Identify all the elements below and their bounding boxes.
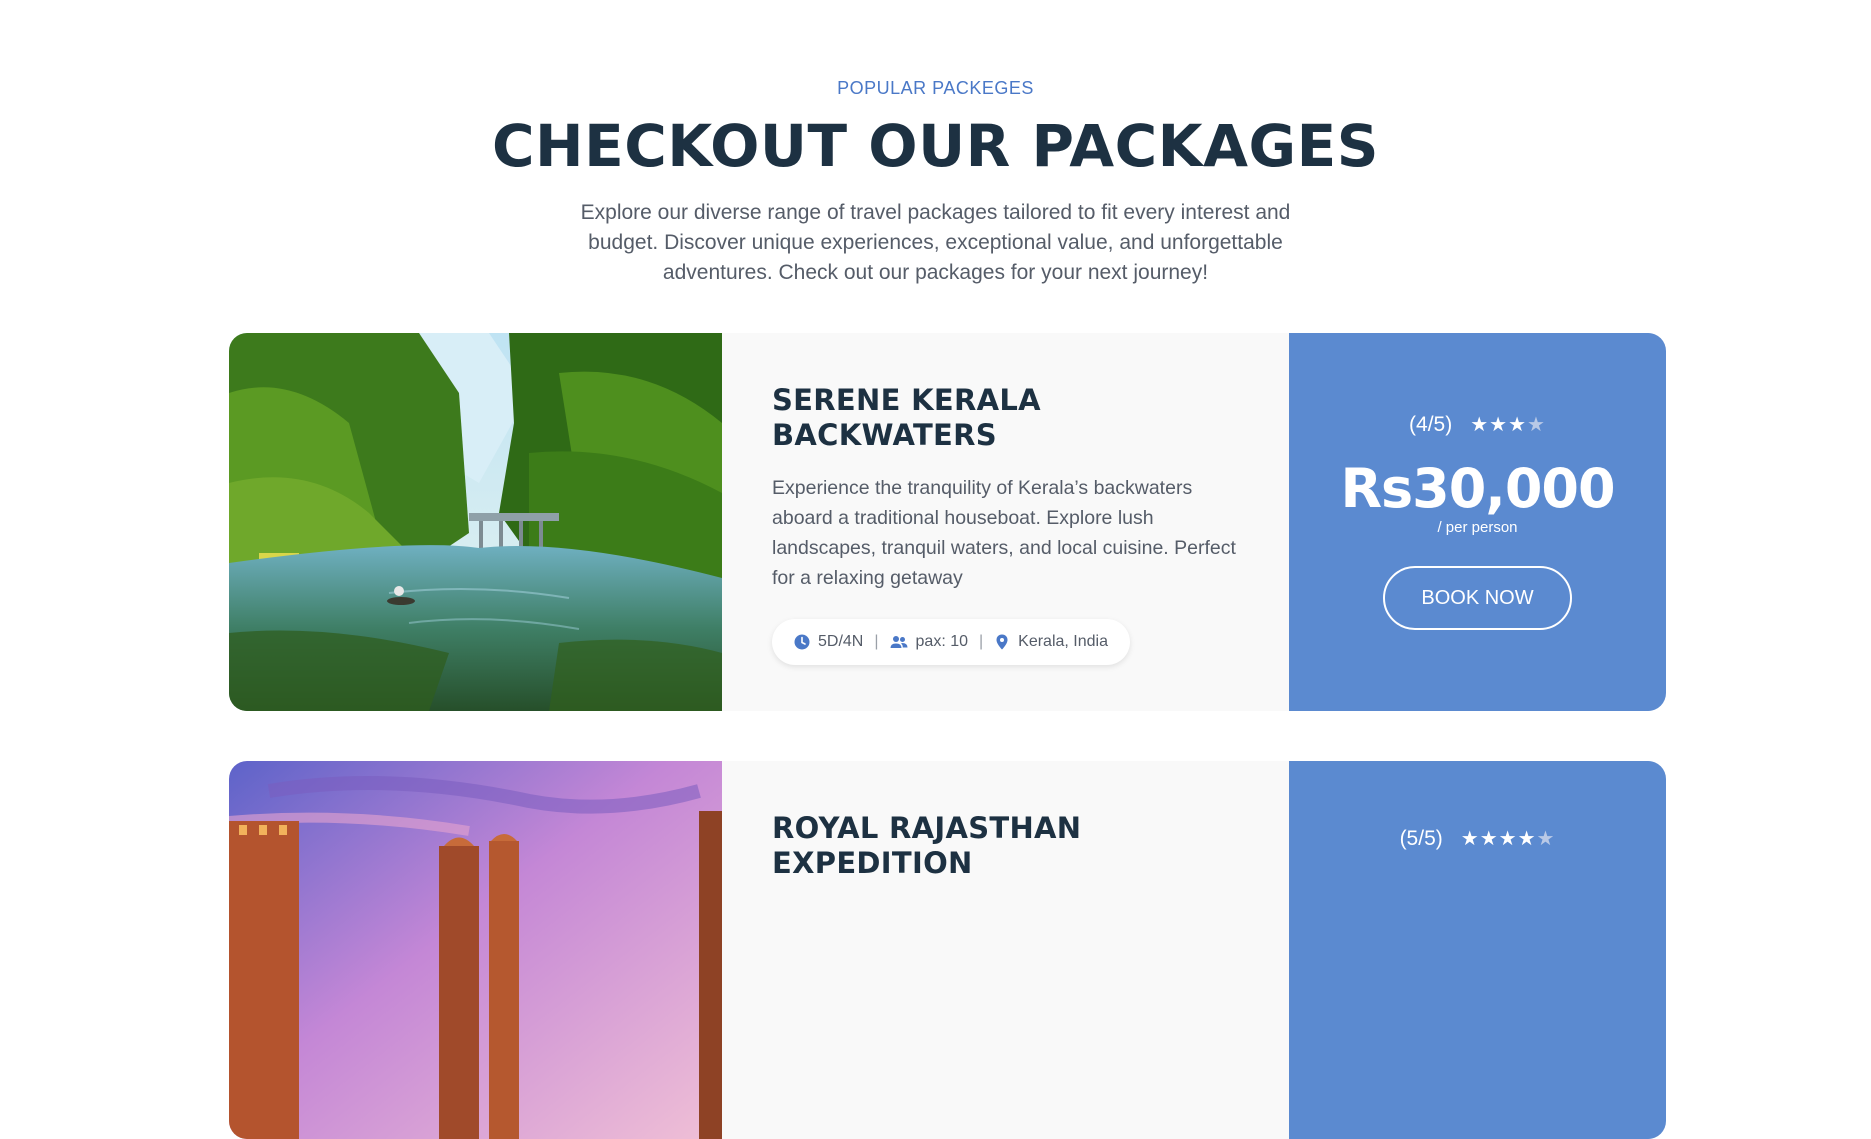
package-card: SERENE KERALA BACKWATERS Experience the … bbox=[229, 333, 1666, 711]
location-text: Kerala, India bbox=[1018, 633, 1108, 650]
kerala-backwaters-image bbox=[229, 333, 722, 711]
price-unit: / per person bbox=[1437, 519, 1518, 536]
star-icon: ★ bbox=[1479, 828, 1499, 850]
meta-divider: | bbox=[979, 633, 984, 650]
rating-row: (4/5) ★★★★ bbox=[1289, 412, 1666, 437]
package-meta: 5D/4N | pax: 10 | Kerala, India bbox=[772, 619, 1130, 665]
book-now-button[interactable]: BOOK NOW bbox=[1383, 566, 1572, 630]
rajasthan-palace-image bbox=[229, 761, 722, 1139]
duration-item: 5D/4N bbox=[794, 633, 863, 651]
rating-stars: ★★★★ bbox=[1470, 412, 1546, 437]
star-icon: ★ bbox=[1527, 414, 1546, 436]
package-title: ROYAL RAJASTHAN EXPEDITION bbox=[772, 811, 1082, 880]
package-image-rajasthan bbox=[229, 761, 722, 1139]
package-info: SERENE KERALA BACKWATERS Experience the … bbox=[722, 333, 1289, 711]
section-description: Explore our diverse range of travel pack… bbox=[580, 201, 1291, 284]
duration-text: 5D/4N bbox=[818, 633, 864, 650]
pax-item: pax: 10 bbox=[890, 633, 968, 651]
rating-row: (5/5) ★★★★★ bbox=[1289, 826, 1666, 851]
map-pin-icon bbox=[996, 634, 1008, 650]
rating-text: (4/5) bbox=[1409, 412, 1453, 436]
section-header: POPULAR PACKEGES CHECKOUT OUR PACKAGES E… bbox=[0, 0, 1871, 288]
location-item: Kerala, India bbox=[994, 633, 1108, 651]
pax-text: pax: 10 bbox=[915, 633, 968, 650]
star-icon: ★ bbox=[1498, 828, 1518, 850]
rating-stars: ★★★★★ bbox=[1461, 826, 1556, 851]
package-pricing: (5/5) ★★★★★ bbox=[1289, 761, 1666, 1139]
package-description: Experience the tranquility of Kerala’s b… bbox=[772, 477, 1236, 589]
star-icon: ★ bbox=[1508, 414, 1528, 436]
package-title: SERENE KERALA BACKWATERS bbox=[772, 383, 1041, 452]
star-icon: ★ bbox=[1536, 828, 1556, 850]
clock-icon bbox=[794, 634, 810, 650]
meta-divider: | bbox=[874, 633, 879, 650]
package-image-kerala bbox=[229, 333, 722, 711]
star-icon: ★ bbox=[1489, 414, 1509, 436]
package-card: ROYAL RAJASTHAN EXPEDITION (5/5) ★★★★★ bbox=[229, 761, 1666, 1139]
package-pricing: (4/5) ★★★★ Rs30,000 / per person BOOK NO… bbox=[1289, 333, 1666, 711]
package-price: Rs30,000 bbox=[1340, 457, 1615, 520]
star-icon: ★ bbox=[1460, 828, 1480, 850]
star-icon: ★ bbox=[1470, 414, 1490, 436]
star-icon: ★ bbox=[1517, 828, 1537, 850]
section-title: CHECKOUT OUR PACKAGES bbox=[491, 112, 1379, 180]
package-info: ROYAL RAJASTHAN EXPEDITION bbox=[722, 761, 1289, 1139]
rating-text: (5/5) bbox=[1399, 826, 1443, 850]
users-icon bbox=[890, 636, 908, 648]
section-eyebrow: POPULAR PACKEGES bbox=[837, 78, 1034, 98]
